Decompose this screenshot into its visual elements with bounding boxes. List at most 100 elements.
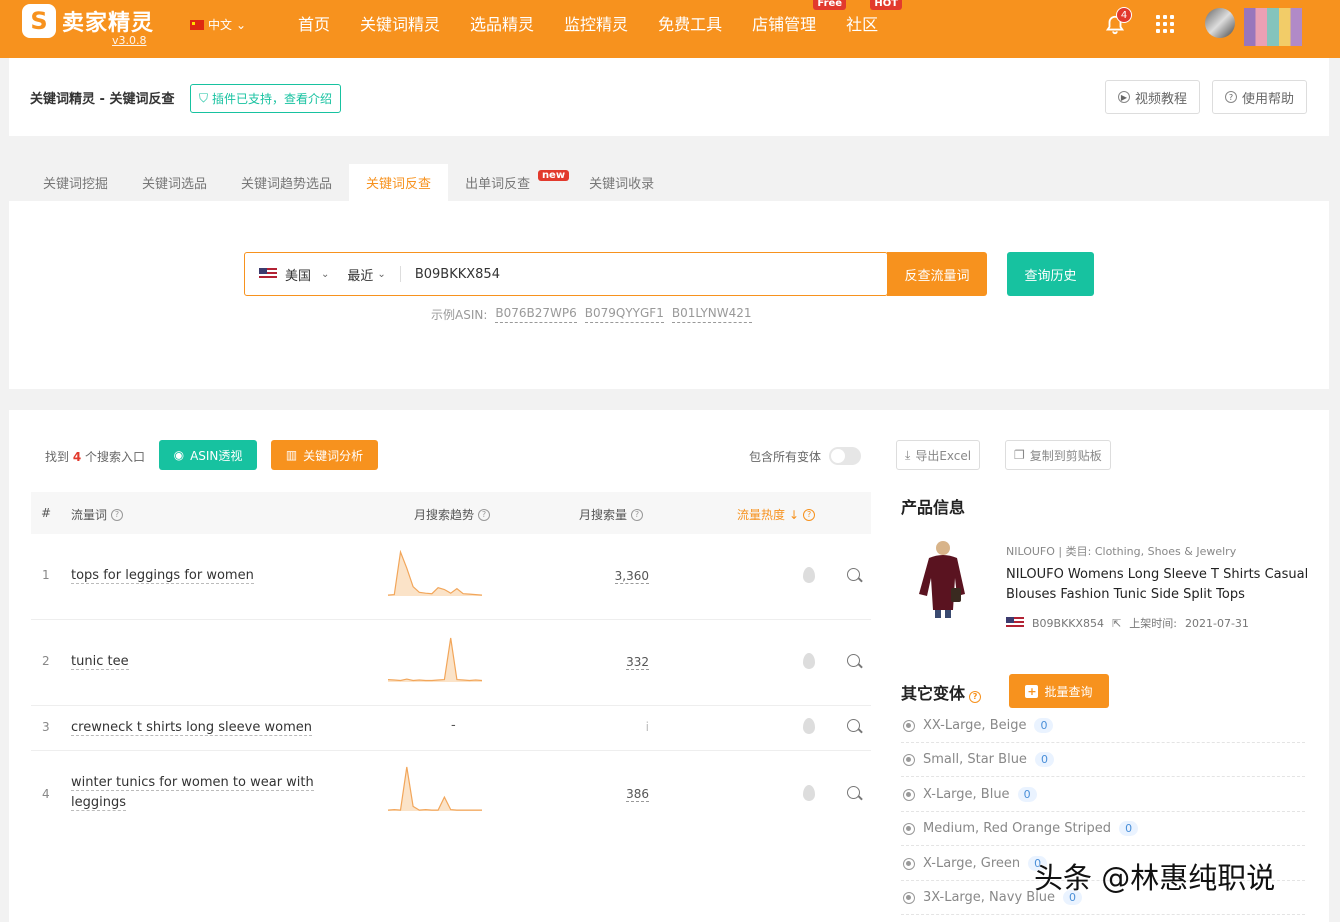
eye-icon: ◉ [173, 448, 185, 462]
radio-icon[interactable] [903, 788, 915, 801]
trend-area [388, 552, 482, 596]
language-selector[interactable]: 中文 ⌄ [190, 16, 246, 33]
other-variants-title: 其它变体? [901, 680, 982, 704]
nav-community[interactable]: 社区 HOT [846, 0, 903, 35]
plugin-support-link[interactable]: ⛉ 插件已支持，查看介绍 [190, 84, 342, 113]
period-select[interactable]: 最近 [347, 265, 373, 284]
nav-home[interactable]: 首页 [298, 11, 330, 35]
reverse-lookup-button[interactable]: 反查流量词 [887, 252, 987, 296]
search-icon[interactable] [847, 719, 860, 732]
radio-icon[interactable] [903, 822, 915, 835]
include-variants-toggle[interactable]: 包含所有变体 [749, 447, 862, 465]
trend-empty: - [451, 718, 456, 733]
search-volume[interactable]: 3,360 [591, 569, 649, 584]
heat-drop-icon [803, 653, 815, 669]
variant-item[interactable]: XX-Large, Beige 0 [901, 709, 1305, 743]
keyword-link[interactable]: crewneck t shirts long sleeve women [71, 718, 312, 738]
variant-item[interactable]: Medium, Red Orange Striped 0 [901, 812, 1305, 846]
example-asin-link[interactable]: B01LYNW421 [671, 306, 752, 323]
china-flag-icon [190, 19, 204, 30]
export-excel-button[interactable]: ⤓ 导出Excel [896, 440, 981, 470]
brand-logo[interactable]: S 卖家精灵 [22, 4, 154, 38]
external-link-icon[interactable]: ⇱ [1112, 617, 1121, 630]
help-icon[interactable]: ? [478, 508, 491, 521]
tab-keyword-indexing[interactable]: 关键词收录 [572, 164, 671, 201]
volume-info-icon[interactable]: i [591, 720, 649, 734]
version-label[interactable]: v3.0.8 [112, 34, 147, 47]
keyword-link[interactable]: tops for leggings for women [71, 566, 254, 586]
username-pixelated[interactable] [1244, 8, 1302, 46]
nav-keyword-wizard[interactable]: 关键词精灵 [360, 11, 440, 35]
col-trend[interactable]: 月搜索趋势? [414, 506, 491, 523]
nav-free-tools[interactable]: 免费工具 [658, 11, 722, 35]
search-icon[interactable] [847, 786, 860, 799]
help-button[interactable]: ? 使用帮助 [1212, 80, 1308, 114]
nav-monitor-wizard[interactable]: 监控精灵 [564, 11, 628, 35]
keyword-link[interactable]: winter tunics for women to wear with leg… [71, 773, 331, 813]
toggle-switch[interactable] [829, 447, 862, 465]
tab-keyword-reverse-lookup[interactable]: 关键词反查 [349, 164, 449, 201]
new-badge: new [537, 170, 570, 181]
tab-order-keyword-reverse[interactable]: 出单词反查 new [448, 164, 572, 201]
help-icon[interactable]: ? [111, 508, 124, 521]
free-badge: Free [813, 0, 847, 10]
col-volume[interactable]: 月搜索量? [579, 506, 644, 523]
product-category: Clothing, Shoes & Jewelry [1094, 545, 1237, 558]
tab-keyword-trend-selection[interactable]: 关键词趋势选品 [224, 164, 349, 201]
download-icon: ⤓ [905, 447, 911, 462]
nav-store-management[interactable]: 店铺管理 Free [752, 0, 847, 35]
radio-icon[interactable] [903, 891, 915, 904]
nav-product-wizard[interactable]: 选品精灵 [470, 11, 534, 35]
trend-sparkline [387, 637, 483, 682]
example-asin-link[interactable]: B076B27WP6 [495, 306, 577, 323]
main-nav: 首页 关键词精灵 选品精灵 监控精灵 免费工具 店铺管理 Free 社区 HOT [298, 0, 908, 46]
heat-drop-icon [803, 567, 815, 583]
chevron-down-icon[interactable]: ⌄ [377, 269, 385, 280]
product-brand[interactable]: NILOUFO [1006, 545, 1055, 558]
language-label: 中文 [208, 18, 233, 32]
product-image[interactable] [907, 538, 975, 618]
col-keyword[interactable]: 流量词? [71, 506, 124, 523]
help-icon[interactable]: ? [803, 508, 816, 521]
logo-icon: S [22, 4, 56, 38]
search-icon[interactable] [847, 568, 860, 581]
asin-input[interactable]: B09BKKX854 [415, 267, 500, 282]
search-volume[interactable]: 332 [591, 655, 649, 670]
batch-query-button[interactable]: + 批量查询 [1009, 674, 1109, 708]
tab-keyword-mining[interactable]: 关键词挖掘 [26, 164, 125, 201]
help-icon[interactable]: ? [631, 508, 644, 521]
row-index: 3 [42, 720, 50, 734]
help-icon[interactable]: ? [969, 690, 982, 703]
chevron-down-icon[interactable]: ⌄ [321, 269, 329, 280]
notification-count-badge: 4 [1116, 7, 1132, 23]
apps-grid-icon[interactable] [1156, 15, 1174, 33]
search-icon[interactable] [847, 654, 860, 667]
play-icon: ▶ [1118, 91, 1130, 103]
table-row: 2 tunic tee 332 [31, 620, 871, 706]
radio-icon[interactable] [903, 753, 915, 766]
avatar[interactable] [1205, 8, 1235, 38]
keyword-analysis-button[interactable]: ▥ 关键词分析 [271, 440, 378, 470]
product-info-title: 产品信息 [901, 498, 966, 517]
product-title[interactable]: NILOUFO Womens Long Sleeve T Shirts Casu… [1006, 565, 1316, 605]
search-volume[interactable]: 386 [591, 787, 649, 802]
table-row: 3 crewneck t shirts long sleeve women - … [31, 706, 871, 751]
copy-clipboard-button[interactable]: ❐ 复制到剪贴板 [1005, 440, 1111, 470]
trend-line [387, 637, 483, 682]
variant-item[interactable]: Small, Star Blue 0 [901, 743, 1305, 777]
asin-insight-button[interactable]: ◉ ASIN透视 [159, 440, 257, 470]
tab-keyword-selection[interactable]: 关键词选品 [125, 164, 224, 201]
keyword-link[interactable]: tunic tee [71, 652, 129, 672]
market-select[interactable]: 美国 [285, 265, 311, 284]
question-icon: ? [1225, 91, 1237, 103]
variant-item[interactable]: X-Large, Blue 0 [901, 778, 1305, 812]
col-heat[interactable]: 流量热度 ↓? [737, 506, 816, 523]
shield-check-icon: ⛉ [199, 91, 209, 105]
product-asin[interactable]: B09BKKX854 [1032, 617, 1104, 630]
radio-icon[interactable] [903, 719, 915, 732]
radio-icon[interactable] [903, 857, 915, 870]
row-index: 4 [42, 787, 50, 801]
video-tutorial-button[interactable]: ▶ 视频教程 [1105, 80, 1201, 114]
search-history-button[interactable]: 查询历史 [1007, 252, 1094, 296]
example-asin-link[interactable]: B079QYYGF1 [584, 306, 664, 323]
